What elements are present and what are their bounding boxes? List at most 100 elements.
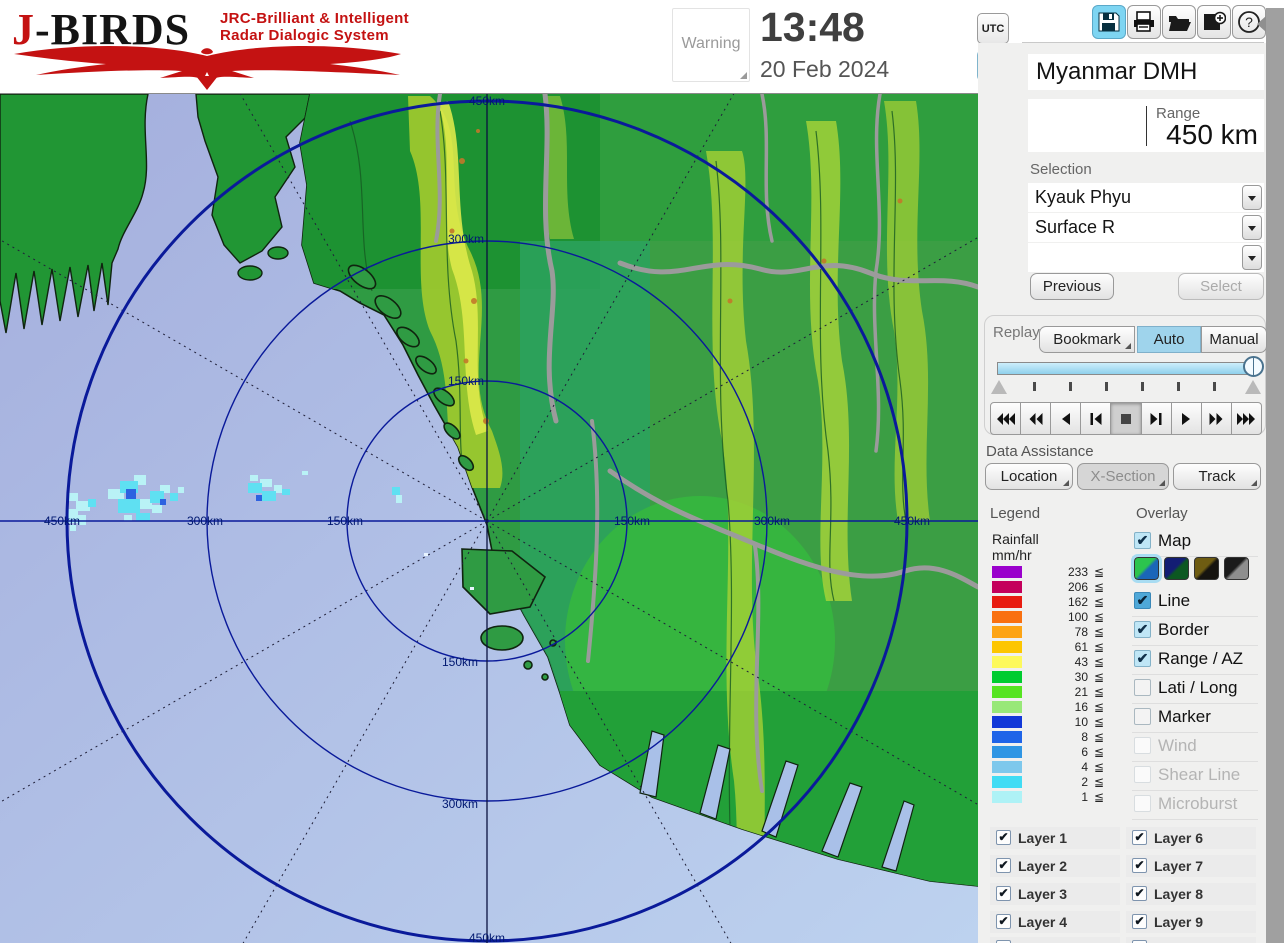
overlay-item-range-az[interactable]: ✔Range / AZ	[1132, 646, 1258, 675]
control-panel: Myanmar DMH Range 450 km Selection Kyauk…	[978, 43, 1266, 943]
bookmark-button[interactable]: Bookmark	[1039, 326, 1135, 353]
stop-button[interactable]	[1111, 402, 1141, 435]
jbirds-application: J-BIRDS JRC-Brilliant & Intelligent Rada…	[0, 0, 1284, 943]
printer-icon	[1132, 10, 1156, 34]
overlay-item-label: Map	[1158, 531, 1191, 551]
svg-text:300km: 300km	[754, 514, 790, 528]
checkbox[interactable]: ✔	[996, 830, 1011, 845]
overlay-item-border[interactable]: ✔Border	[1132, 617, 1258, 646]
layer-toggle-layer-8[interactable]: ✔Layer 8	[1126, 883, 1256, 905]
map-style-swatch-4[interactable]	[1224, 557, 1249, 580]
layer-toggle-partial[interactable]	[1126, 937, 1256, 943]
layer-toggle-layer-4[interactable]: ✔Layer 4	[990, 911, 1120, 933]
select-button[interactable]: Select	[1178, 273, 1264, 300]
step-forward-button[interactable]	[1142, 402, 1172, 435]
print-button[interactable]	[1127, 5, 1161, 39]
layer-label: Layer 7	[1154, 858, 1203, 874]
layer-toggle-layer-7[interactable]: ✔ Layer 7	[1126, 855, 1256, 877]
chevron-down-icon[interactable]	[1242, 185, 1262, 210]
overlay-item-marker[interactable]: Marker	[1132, 704, 1258, 733]
add-image-button[interactable]	[1197, 5, 1231, 39]
legend-row: 206≦	[992, 580, 1104, 595]
manual-button[interactable]: Manual	[1201, 326, 1267, 353]
xsection-button[interactable]: X-Section	[1077, 463, 1169, 490]
collapsed-side-strip[interactable]	[1266, 8, 1284, 943]
map-style-swatch-1[interactable]	[1134, 557, 1159, 580]
checkbox[interactable]	[1134, 708, 1151, 725]
checkbox[interactable]	[1134, 679, 1151, 696]
extra-dropdown[interactable]	[1028, 243, 1264, 272]
overlay-item-line[interactable]: ✔Line	[1132, 588, 1258, 617]
legend-row: 100≦	[992, 610, 1104, 625]
fast-forward-button[interactable]	[1202, 402, 1232, 435]
svg-text:300km: 300km	[448, 232, 484, 246]
checkbox[interactable]: ✔	[996, 858, 1011, 873]
auto-button[interactable]: Auto	[1137, 326, 1201, 353]
chevron-down-icon[interactable]	[1242, 215, 1262, 240]
skip-backward-fast-button[interactable]	[990, 402, 1021, 435]
svg-text:150km: 150km	[442, 655, 478, 669]
layer-toggle-layer-1[interactable]: ✔Layer 1	[990, 827, 1120, 849]
overlay-label: Overlay	[1136, 505, 1188, 522]
checkbox[interactable]: ✔	[1132, 830, 1147, 845]
replay-end-marker[interactable]	[1245, 380, 1261, 394]
chevron-down-icon[interactable]	[1242, 245, 1262, 270]
checkbox[interactable]: ✔	[1134, 592, 1151, 609]
legend-row: 6≦	[992, 745, 1104, 760]
replay-start-marker[interactable]	[991, 380, 1007, 394]
slider-tick	[1141, 382, 1144, 391]
location-button[interactable]: Location	[985, 463, 1073, 490]
product-dropdown[interactable]: Surface R	[1028, 213, 1264, 242]
warning-indicator[interactable]: Warning	[672, 8, 750, 82]
overlay-item-lati-long[interactable]: Lati / Long	[1132, 675, 1258, 704]
legend-row: 30≦	[992, 670, 1104, 685]
svg-text:300km: 300km	[442, 797, 478, 811]
save-button[interactable]	[1092, 5, 1126, 39]
svg-text:450km: 450km	[469, 94, 505, 108]
layer-toggle-partial[interactable]	[990, 937, 1120, 943]
checkbox[interactable]: ✔	[996, 914, 1011, 929]
layer-toggle-layer-6[interactable]: ✔Layer 6	[1126, 827, 1256, 849]
replay-slider-thumb[interactable]	[1243, 356, 1264, 377]
legend-row: 61≦	[992, 640, 1104, 655]
track-button[interactable]: Track	[1173, 463, 1261, 490]
checkbox[interactable]: ✔	[1132, 886, 1147, 901]
rewind-button[interactable]	[1021, 402, 1051, 435]
svg-text:150km: 150km	[614, 514, 650, 528]
panel-collapse-arrow-icon[interactable]	[1257, 16, 1266, 32]
lte-symbol: ≦	[1094, 565, 1104, 579]
overlay-item-map[interactable]: ✔ Map	[1132, 528, 1258, 557]
lte-symbol: ≦	[1094, 745, 1104, 759]
checkbox[interactable]: ✔	[1134, 532, 1151, 549]
play-button[interactable]	[1172, 402, 1202, 435]
layer-toggle-layer-3[interactable]: ✔Layer 3	[990, 883, 1120, 905]
slider-tick	[1033, 382, 1036, 391]
checkbox[interactable]: ✔	[1132, 914, 1147, 929]
legend-color-swatch	[992, 641, 1022, 653]
range-value: 450 km	[1166, 119, 1258, 151]
checkbox[interactable]: ✔	[1134, 621, 1151, 638]
lte-symbol: ≦	[1094, 685, 1104, 699]
map-style-swatch-2[interactable]	[1164, 557, 1189, 580]
layer-toggle-layer-9[interactable]: ✔Layer 9	[1126, 911, 1256, 933]
play-backward-button[interactable]	[1051, 402, 1081, 435]
utc-button[interactable]: UTC	[977, 13, 1009, 44]
overlay-item-label: Lati / Long	[1158, 678, 1237, 698]
station-dropdown[interactable]: Kyauk Phyu	[1028, 183, 1264, 212]
checkbox[interactable]: ✔	[1132, 858, 1147, 873]
legend-row: 233≦	[992, 565, 1104, 580]
legend-value: 16	[1075, 700, 1088, 714]
map-style-swatch-3[interactable]	[1194, 557, 1219, 580]
slider-tick	[1177, 382, 1180, 391]
step-backward-button[interactable]	[1081, 402, 1111, 435]
checkbox[interactable]: ✔	[1134, 650, 1151, 667]
skip-forward-fast-button[interactable]	[1232, 402, 1262, 435]
svg-text:?: ?	[1245, 14, 1253, 30]
previous-button[interactable]: Previous	[1030, 273, 1114, 300]
checkbox[interactable]: ✔	[996, 886, 1011, 901]
layer-toggle-layer-2[interactable]: ✔Layer 2	[990, 855, 1120, 877]
radar-map[interactable]: 450km 300km 150km 150km 300km 450km 450k…	[0, 93, 978, 943]
legend-label: Legend	[990, 505, 1040, 522]
open-folder-button[interactable]	[1162, 5, 1196, 39]
replay-slider-track[interactable]	[997, 362, 1255, 375]
